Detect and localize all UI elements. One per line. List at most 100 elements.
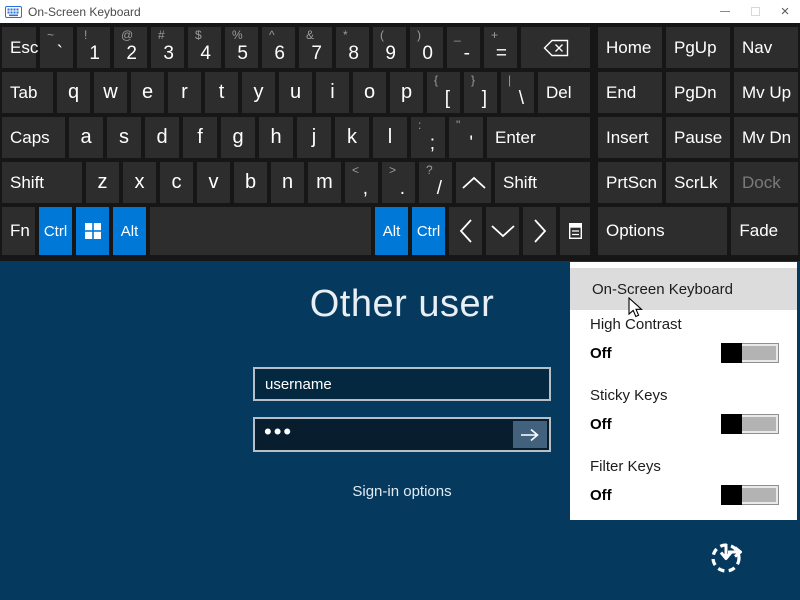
key-del[interactable]: Del	[538, 72, 590, 113]
key-enter[interactable]: Enter	[487, 117, 590, 158]
key-g[interactable]: g	[221, 117, 255, 158]
key-fn[interactable]: Fn	[2, 207, 35, 255]
minimize-button[interactable]	[710, 0, 740, 23]
key-prtscn[interactable]: PrtScn	[598, 162, 662, 203]
key-shift-left[interactable]: Shift	[2, 162, 82, 203]
key-4[interactable]: $4	[188, 27, 221, 68]
key-`[interactable]: ~`	[40, 27, 73, 68]
key-=[interactable]: +=	[484, 27, 517, 68]
key-windows[interactable]	[76, 207, 109, 255]
key-\[interactable]: |\	[501, 72, 534, 113]
key-l[interactable]: l	[373, 117, 407, 158]
high-contrast-toggle[interactable]	[721, 343, 779, 363]
key-7[interactable]: &7	[299, 27, 332, 68]
key-menu[interactable]	[560, 207, 590, 255]
signin-options-link[interactable]: Sign-in options	[202, 483, 602, 500]
key--[interactable]: _-	[447, 27, 480, 68]
flyout-item-on-screen-keyboard[interactable]: On-Screen Keyboard	[570, 268, 797, 310]
key-s[interactable]: s	[107, 117, 141, 158]
key-arrow-up[interactable]	[456, 162, 491, 203]
key-1[interactable]: !1	[77, 27, 110, 68]
key-][interactable]: }]	[464, 72, 497, 113]
key-label: 0	[422, 43, 433, 65]
key-alt-left[interactable]: Alt	[113, 207, 146, 255]
key-label: Ctrl	[417, 223, 440, 240]
key-[[interactable]: {[	[427, 72, 460, 113]
key-shift-right[interactable]: Shift	[495, 162, 590, 203]
key-home[interactable]: Home	[598, 27, 662, 68]
key-r[interactable]: r	[168, 72, 201, 113]
key-label: k	[347, 126, 357, 149]
key-insert[interactable]: Insert	[598, 117, 662, 158]
key-/[interactable]: ?/	[419, 162, 452, 203]
key-shift-symbol: |	[508, 73, 511, 87]
ease-of-access-button[interactable]	[703, 532, 753, 582]
key-3[interactable]: #3	[151, 27, 184, 68]
key-dock[interactable]: Dock	[734, 162, 798, 203]
key-pgup[interactable]: PgUp	[666, 27, 730, 68]
key-d[interactable]: d	[145, 117, 179, 158]
key-2[interactable]: @2	[114, 27, 147, 68]
key-q[interactable]: q	[57, 72, 90, 113]
key-w[interactable]: w	[94, 72, 127, 113]
key-esc[interactable]: Esc	[2, 27, 36, 68]
key-nav[interactable]: Nav	[734, 27, 798, 68]
key-options[interactable]: Options	[598, 207, 727, 255]
key-caps[interactable]: Caps	[2, 117, 65, 158]
key-a[interactable]: a	[69, 117, 103, 158]
key-v[interactable]: v	[197, 162, 230, 203]
key-,[interactable]: <,	[345, 162, 378, 203]
password-field[interactable]: •••	[253, 417, 551, 452]
key-fade[interactable]: Fade	[731, 207, 798, 255]
key-k[interactable]: k	[335, 117, 369, 158]
key-8[interactable]: *8	[336, 27, 369, 68]
key-n[interactable]: n	[271, 162, 304, 203]
key-space[interactable]	[150, 207, 371, 255]
key-tab[interactable]: Tab	[2, 72, 53, 113]
key-t[interactable]: t	[205, 72, 238, 113]
key-arrow-down[interactable]	[486, 207, 519, 255]
key-9[interactable]: (9	[373, 27, 406, 68]
key-'[interactable]: "'	[449, 117, 483, 158]
key-c[interactable]: c	[160, 162, 193, 203]
key-5[interactable]: %5	[225, 27, 258, 68]
osk-titlebar[interactable]: On-Screen Keyboard ×	[0, 0, 800, 23]
key-backspace[interactable]	[521, 27, 590, 68]
key-y[interactable]: y	[242, 72, 275, 113]
key-h[interactable]: h	[259, 117, 293, 158]
filter-keys-toggle[interactable]	[721, 485, 779, 505]
key-o[interactable]: o	[353, 72, 386, 113]
keyboard-row: EndPgDnMv Up	[598, 72, 798, 113]
key-mv-up[interactable]: Mv Up	[734, 72, 798, 113]
key-6[interactable]: ^6	[262, 27, 295, 68]
close-button[interactable]: ×	[770, 0, 800, 23]
submit-password-button[interactable]	[513, 421, 547, 448]
sticky-keys-toggle[interactable]	[721, 414, 779, 434]
key-mv-dn[interactable]: Mv Dn	[734, 117, 798, 158]
key-u[interactable]: u	[279, 72, 312, 113]
key-z[interactable]: z	[86, 162, 119, 203]
key-label: b	[245, 171, 256, 194]
key-pgdn[interactable]: PgDn	[666, 72, 730, 113]
key-end[interactable]: End	[598, 72, 662, 113]
key-ctrl-right[interactable]: Ctrl	[412, 207, 445, 255]
key-f[interactable]: f	[183, 117, 217, 158]
key-;[interactable]: :;	[411, 117, 445, 158]
key-scrlk[interactable]: ScrLk	[666, 162, 730, 203]
key-i[interactable]: i	[316, 72, 349, 113]
key-j[interactable]: j	[297, 117, 331, 158]
key-x[interactable]: x	[123, 162, 156, 203]
key-e[interactable]: e	[131, 72, 164, 113]
key-alt-right[interactable]: Alt	[375, 207, 408, 255]
key-m[interactable]: m	[308, 162, 341, 203]
key-b[interactable]: b	[234, 162, 267, 203]
username-field[interactable]: username	[253, 367, 551, 401]
key-ctrl-left[interactable]: Ctrl	[39, 207, 72, 255]
key-0[interactable]: )0	[410, 27, 443, 68]
key-pause[interactable]: Pause	[666, 117, 730, 158]
key-label: Shift	[10, 173, 44, 193]
key-p[interactable]: p	[390, 72, 423, 113]
key-arrow-right[interactable]	[523, 207, 556, 255]
key-arrow-left[interactable]	[449, 207, 482, 255]
key-.[interactable]: >.	[382, 162, 415, 203]
